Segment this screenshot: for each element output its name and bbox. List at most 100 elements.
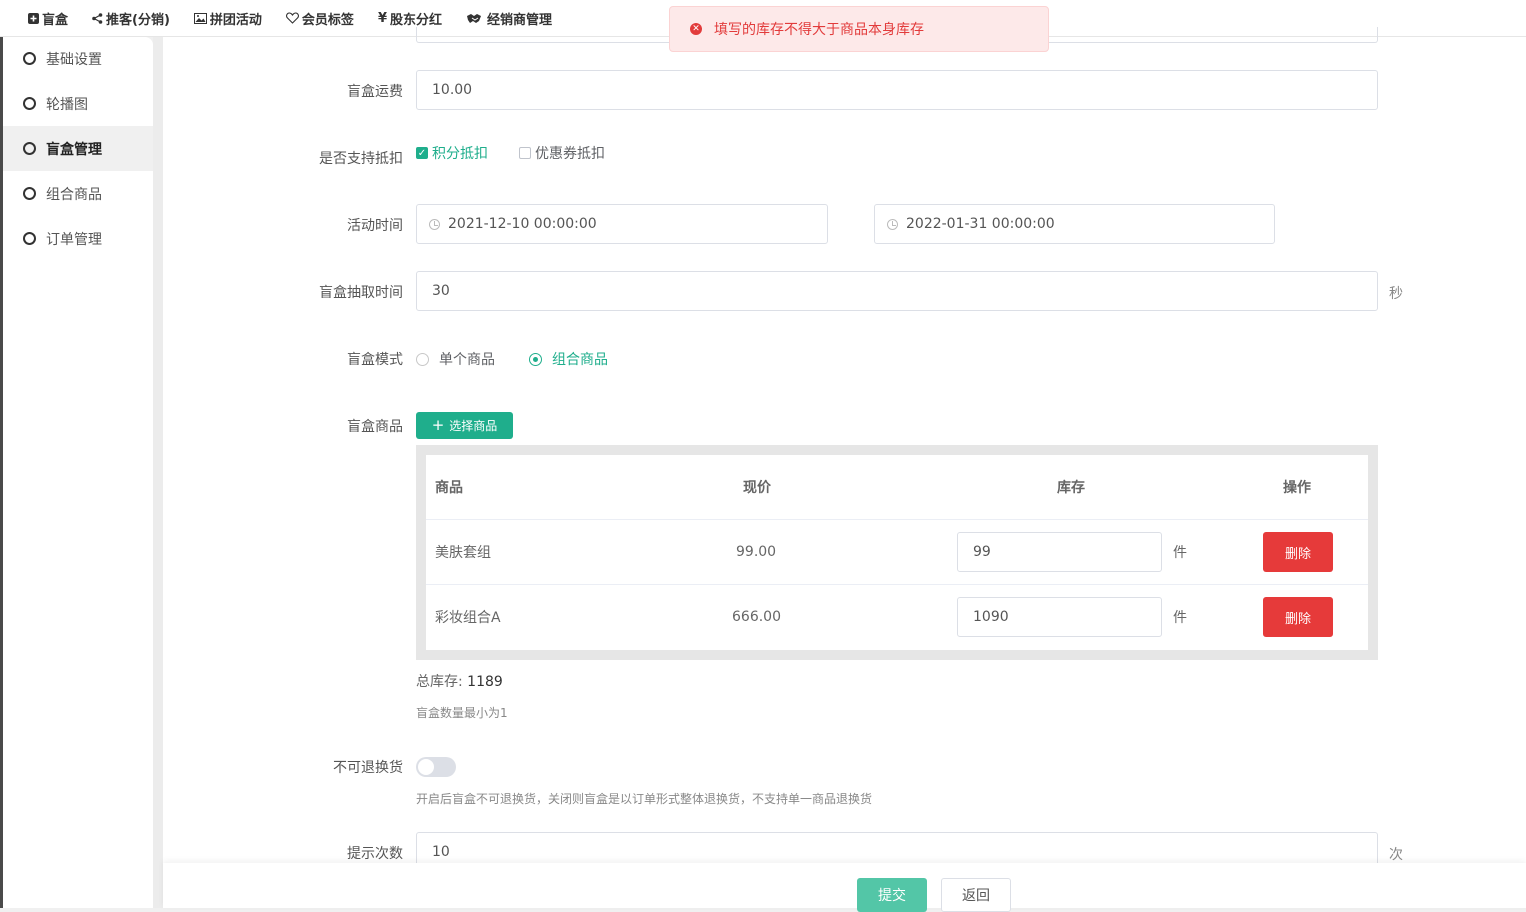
coupon-deduction-label: 优惠券抵扣	[535, 146, 605, 162]
table-header-row: 商品 现价 库存 操作	[426, 455, 1368, 520]
column-header-product: 商品	[435, 480, 463, 496]
draw-time-value: 30	[432, 283, 450, 299]
product-name: 美肤套组	[435, 545, 491, 561]
back-button[interactable]: 返回	[941, 878, 1011, 912]
products-table-container: 商品 现价 库存 操作 美肤套组 99.00 99 件 删除 彩妆组合A 666…	[416, 445, 1378, 660]
column-header-stock: 库存	[1057, 480, 1085, 496]
heart-icon	[285, 12, 299, 24]
mode-single-radio[interactable]: 单个商品	[416, 349, 495, 369]
prompt-count-unit: 次	[1389, 847, 1403, 863]
column-header-action: 操作	[1283, 480, 1311, 496]
draw-time-unit: 秒	[1389, 286, 1403, 302]
no-return-hint: 开启后盲盒不可退换货，关闭则盲盒是以订单形式整体退换货，不支持单一商品退换货	[416, 792, 873, 806]
no-return-toggle[interactable]	[416, 757, 456, 777]
stock-input[interactable]: 99	[957, 532, 1162, 572]
prompt-count-label: 提示次数	[347, 846, 403, 862]
sidebar-item-basic-settings[interactable]: 基础设置	[3, 36, 153, 81]
nav-item-label: 盲盒	[42, 12, 69, 28]
toast-message: 填写的库存不得大于商品本身库存	[714, 22, 924, 38]
mode-combo-label: 组合商品	[552, 352, 608, 368]
draw-time-input[interactable]: 30	[416, 271, 1378, 311]
sidebar: 基础设置 轮播图 盲盒管理 组合商品 订单管理	[3, 37, 153, 908]
table-row: 彩妆组合A 666.00 1090 件 删除	[426, 585, 1368, 650]
handshake-icon	[466, 13, 484, 24]
nav-item-blindbox[interactable]: 盲盒	[28, 9, 68, 28]
sidebar-item-label: 盲盒管理	[46, 141, 102, 158]
shipping-value: 10.00	[432, 82, 473, 98]
shipping-label: 盲盒运费	[347, 84, 403, 100]
sidebar-item-label: 轮播图	[46, 96, 88, 113]
deduction-label: 是否支持抵扣	[319, 151, 403, 167]
draw-time-label: 盲盒抽取时间	[319, 285, 403, 301]
no-return-label: 不可退换货	[333, 760, 403, 776]
sidebar-item-orders[interactable]: 订单管理	[3, 216, 153, 261]
yen-icon: ¥	[377, 10, 387, 26]
image-icon	[193, 12, 207, 24]
circle-icon	[23, 52, 36, 65]
sidebar-item-label: 基础设置	[46, 51, 102, 68]
product-name: 彩妆组合A	[435, 610, 501, 626]
points-deduction-checkbox[interactable]: ✓ 积分抵扣	[416, 143, 488, 163]
total-stock: 总库存: 1189	[416, 671, 503, 691]
total-stock-label: 总库存:	[416, 674, 463, 690]
stock-unit: 件	[1173, 610, 1187, 626]
nav-item-group-buy[interactable]: 拼团活动	[193, 9, 262, 28]
total-stock-value: 1189	[467, 674, 503, 690]
radio-empty-icon	[416, 352, 429, 366]
circle-icon	[23, 97, 36, 110]
activity-time-label: 活动时间	[347, 218, 403, 234]
circle-icon	[23, 232, 36, 245]
column-header-price: 现价	[743, 480, 771, 496]
submit-button[interactable]: 提交	[857, 878, 927, 912]
plus-square-icon	[28, 12, 39, 24]
sidebar-scroll-gutter	[153, 37, 163, 908]
prompt-count-value: 10	[432, 844, 450, 860]
nav-item-member-tags[interactable]: 会员标签	[285, 9, 354, 28]
radio-selected-icon	[529, 352, 542, 366]
mode-combo-radio[interactable]: 组合商品	[529, 349, 608, 369]
nav-item-label: 拼团活动	[209, 12, 262, 28]
delete-button[interactable]: 删除	[1263, 532, 1333, 572]
nav-item-dividends[interactable]: ¥ 股东分红	[378, 9, 442, 28]
products-label: 盲盒商品	[347, 419, 403, 435]
sidebar-item-combo-products[interactable]: 组合商品	[3, 171, 153, 216]
sidebar-item-label: 订单管理	[46, 231, 102, 248]
nav-item-label: 推客(分销)	[106, 12, 170, 28]
stock-value: 1090	[973, 609, 1009, 625]
delete-button[interactable]: 删除	[1263, 597, 1333, 637]
clock-icon	[887, 218, 898, 230]
nav-item-referral[interactable]: 推客(分销)	[92, 9, 170, 28]
sidebar-item-blindbox-management[interactable]: 盲盒管理	[3, 126, 153, 171]
min-quantity-hint: 盲盒数量最小为1	[416, 706, 508, 720]
activity-end-input[interactable]: 2022-01-31 00:00:00	[874, 204, 1275, 244]
activity-end-value: 2022-01-31 00:00:00	[906, 216, 1055, 232]
product-price: 99.00	[736, 544, 777, 560]
points-deduction-label: 积分抵扣	[432, 146, 488, 162]
select-products-label: 选择商品	[449, 419, 498, 433]
product-price: 666.00	[732, 609, 781, 625]
nav-item-dealers[interactable]: 经销商管理	[466, 9, 552, 28]
activity-start-input[interactable]: 2021-12-10 00:00:00	[416, 204, 828, 244]
nav-item-label: 股东分红	[389, 12, 442, 28]
circle-icon	[23, 187, 36, 200]
circle-icon	[23, 142, 36, 155]
sidebar-item-carousel[interactable]: 轮播图	[3, 81, 153, 126]
form-footer: 提交 返回	[163, 863, 1526, 912]
mode-label: 盲盒模式	[347, 352, 403, 368]
nav-item-label: 经销商管理	[487, 12, 553, 28]
stock-unit: 件	[1173, 545, 1187, 561]
clock-icon	[429, 218, 440, 230]
sidebar-item-label: 组合商品	[46, 186, 102, 203]
stock-value: 99	[973, 544, 991, 560]
plus-icon: +	[431, 416, 445, 434]
stock-input[interactable]: 1090	[957, 597, 1162, 637]
nav-item-label: 会员标签	[301, 12, 354, 28]
select-products-button[interactable]: + 选择商品	[416, 412, 513, 439]
products-table: 商品 现价 库存 操作 美肤套组 99.00 99 件 删除 彩妆组合A 666…	[426, 455, 1368, 650]
share-icon	[92, 12, 103, 24]
error-toast: ✕ 填写的库存不得大于商品本身库存	[669, 6, 1049, 52]
activity-start-value: 2021-12-10 00:00:00	[448, 216, 597, 232]
coupon-deduction-checkbox[interactable]: 优惠券抵扣	[519, 143, 605, 163]
error-circle-icon: ✕	[690, 23, 702, 35]
shipping-input[interactable]: 10.00	[416, 70, 1378, 110]
